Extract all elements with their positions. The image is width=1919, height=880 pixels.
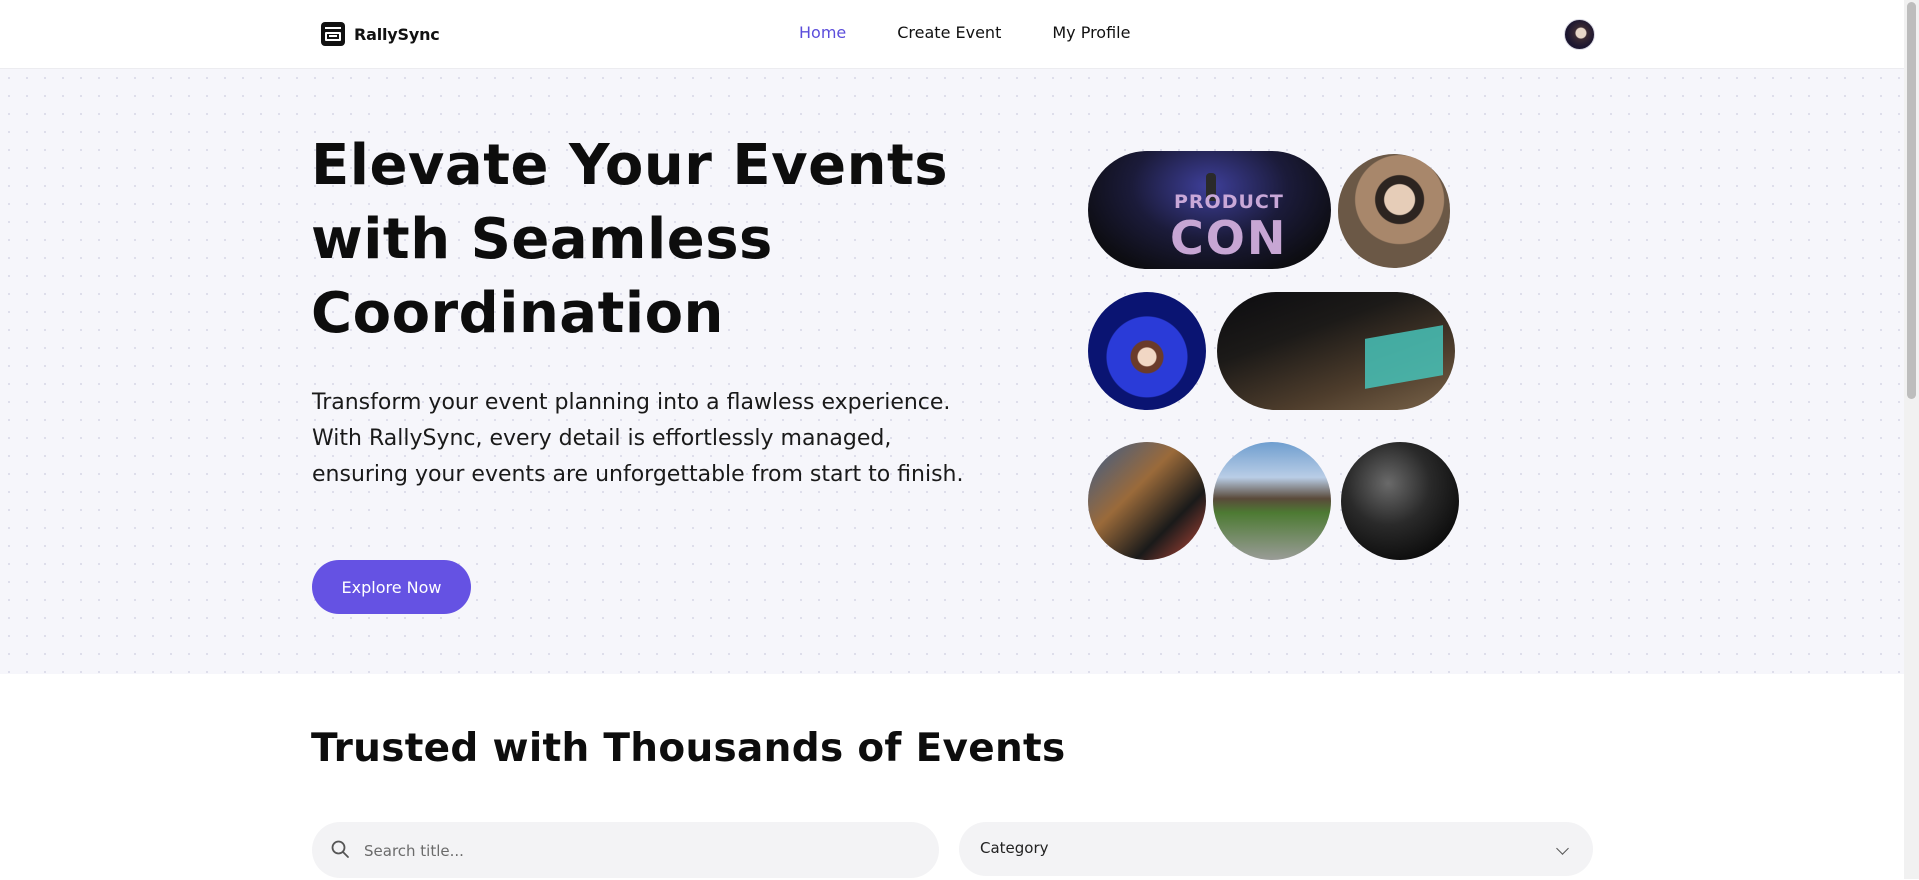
page-scrollbar[interactable] xyxy=(1904,0,1919,879)
top-navbar: RallySync Home Create Event My Profile xyxy=(0,0,1904,69)
photo-text-con: CON xyxy=(1170,211,1288,265)
brand-name: RallySync xyxy=(354,24,440,44)
event-photo-campus xyxy=(1213,442,1331,560)
search-icon xyxy=(331,840,349,858)
explore-now-button[interactable]: Explore Now xyxy=(312,560,471,614)
hero-subtitle: Transform your event planning into a fla… xyxy=(312,390,964,487)
hero-title: Elevate Your Events with Seamless Coordi… xyxy=(311,133,949,346)
scrollbar-thumb[interactable] xyxy=(1907,2,1916,399)
nav-link-create-event[interactable]: Create Event xyxy=(897,22,1001,44)
hero-section: Elevate Your Events with Seamless Coordi… xyxy=(0,69,1904,674)
user-avatar[interactable] xyxy=(1564,19,1595,50)
event-photo-auditorium xyxy=(1217,292,1455,410)
search-input[interactable] xyxy=(362,822,926,880)
category-select[interactable]: Category xyxy=(959,822,1593,876)
category-selected-value: Category xyxy=(980,839,1049,857)
event-photo-workshop xyxy=(1088,442,1206,560)
event-photo-podcaster xyxy=(1338,154,1450,268)
search-bar xyxy=(312,822,939,880)
nav-link-my-profile[interactable]: My Profile xyxy=(1052,22,1130,44)
event-photo-singer xyxy=(1088,292,1206,410)
calendar-icon xyxy=(321,22,345,46)
chevron-down-icon xyxy=(1556,842,1569,855)
photo-text-product: PRODUCT xyxy=(1174,191,1284,213)
brand-logo[interactable]: RallySync xyxy=(321,20,440,48)
main-nav: Home Create Event My Profile xyxy=(799,22,1181,44)
nav-link-home[interactable]: Home xyxy=(799,22,846,44)
section-title: Trusted with Thousands of Events xyxy=(311,726,1066,771)
event-photo-concert-lights xyxy=(1341,442,1459,560)
event-photo-product-con-stage: PRODUCT CON xyxy=(1088,151,1331,269)
